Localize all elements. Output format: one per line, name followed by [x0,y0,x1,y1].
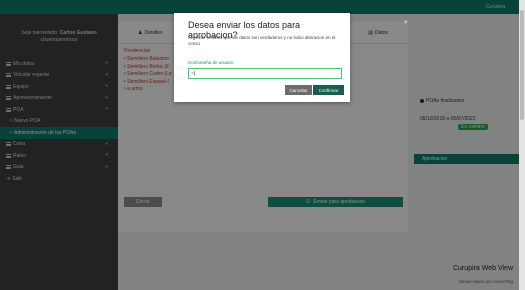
confirm-button[interactable]: Confirmar [313,85,344,95]
close-icon[interactable]: × [404,20,521,26]
confirm-dialog: Desea enviar los datos para aprobacion? … [174,13,350,102]
password-label: Contraseña de usuario [188,60,234,65]
page-scrollbar[interactable] [519,0,525,290]
cancel-button[interactable]: Cancelar [285,85,312,95]
scrollbar-thumb[interactable] [520,10,524,120]
dialog-description: Al enviar certifico que los datos son ve… [188,35,336,47]
password-field[interactable] [188,68,342,79]
